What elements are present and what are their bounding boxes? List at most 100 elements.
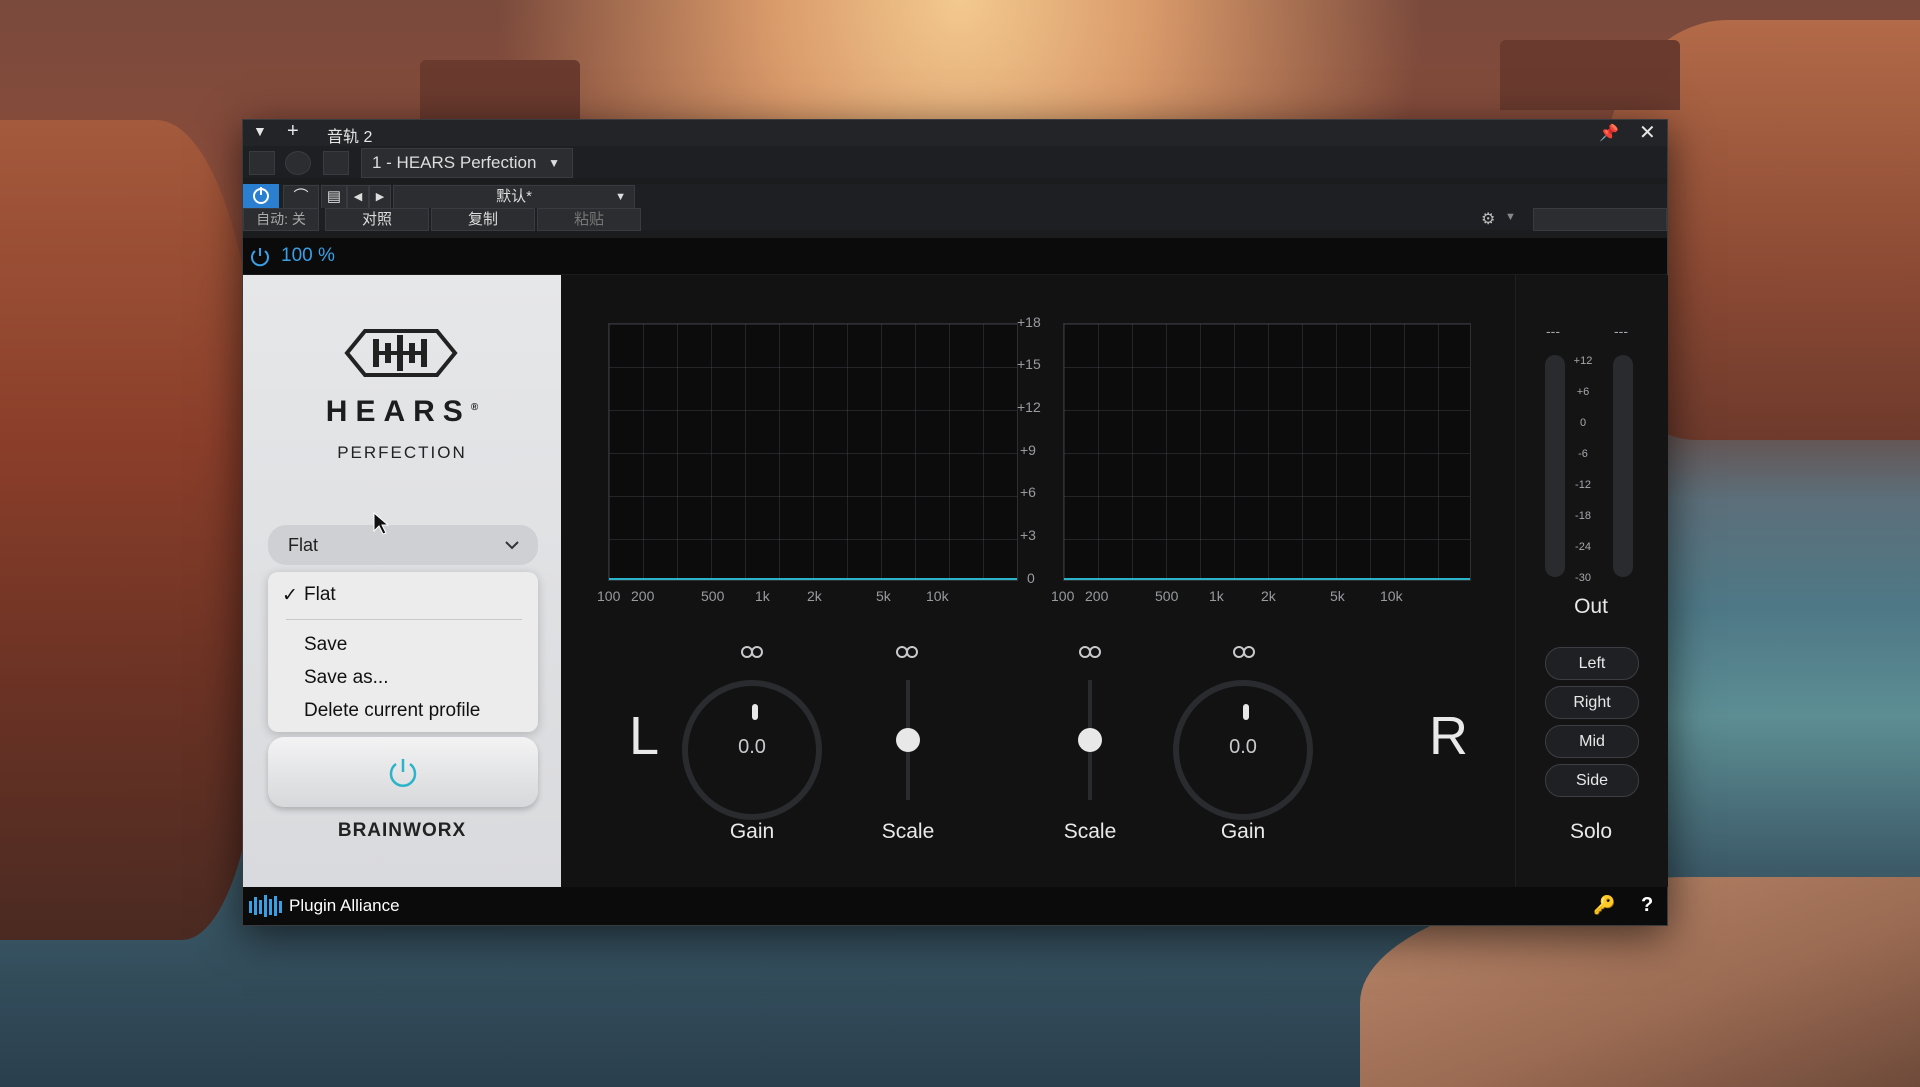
db-tick: 0 <box>1027 570 1035 586</box>
auto-button[interactable]: 自动: 关 <box>243 208 319 231</box>
db-tick: +12 <box>1017 399 1041 415</box>
menu-item-save-as[interactable]: Save as... <box>304 667 389 689</box>
profile-dropdown[interactable]: Flat <box>268 525 538 565</box>
plugin-body: HEARS® PERFECTION Flat ✓ Flat Save Save … <box>243 275 1668 887</box>
meter-scale-tick: -30 <box>1575 572 1591 584</box>
freq-tick: 10k <box>926 588 949 604</box>
freq-tick: 5k <box>876 588 891 604</box>
db-tick: +15 <box>1017 356 1041 372</box>
meter-scale-tick: +6 <box>1576 386 1590 398</box>
cursor-icon <box>373 512 389 535</box>
plugin-alliance-brand: Plugin Alliance <box>289 896 400 915</box>
columns-icon[interactable] <box>249 151 275 175</box>
monitor-icon[interactable]: ⌒ <box>283 185 319 209</box>
menu-item-flat[interactable]: Flat <box>304 584 336 606</box>
freq-tick: 1k <box>755 588 770 604</box>
solo-left-button[interactable]: Left <box>1545 647 1639 680</box>
left-gain-knob[interactable]: 0.0 <box>682 680 822 820</box>
title-bar: ▼ + 音轨 2 📌 ✕ <box>243 120 1667 146</box>
preset-file-icon[interactable]: ▤ <box>321 185 347 209</box>
chevron-down-icon: ▼ <box>548 156 560 170</box>
right-scale-label: Scale <box>1063 820 1117 843</box>
track-title: 音轨 2 <box>327 129 373 146</box>
sidechain-icon[interactable] <box>323 151 349 175</box>
device-row: 1 - HEARS Perfection ▼ <box>243 146 1667 178</box>
link-icon[interactable] <box>1079 645 1101 659</box>
profile-menu: ✓ Flat Save Save as... Delete current pr… <box>268 572 538 732</box>
solo-right-button[interactable]: Right <box>1545 686 1639 719</box>
solo-mid-button[interactable]: Mid <box>1545 725 1639 758</box>
meter-scale-tick: -12 <box>1575 479 1591 491</box>
plugin-window: ▼ + 音轨 2 📌 ✕ 1 - HEARS Perfection ▼ ⌒ ▤ … <box>242 119 1668 926</box>
brand-title: HEARS® <box>243 395 561 429</box>
add-icon[interactable]: + <box>287 120 299 143</box>
link-icon[interactable] <box>1233 645 1255 659</box>
left-scale-thumb[interactable] <box>896 728 920 752</box>
meter-scale-tick: +12 <box>1573 355 1593 367</box>
left-panel: HEARS® PERFECTION Flat ✓ Flat Save Save … <box>243 275 561 887</box>
chevron-down-icon: ▼ <box>615 191 626 203</box>
eq-graph-left <box>608 323 1018 581</box>
right-channel-label: R <box>1429 706 1468 766</box>
chevron-down-icon[interactable]: ▼ <box>1505 211 1516 223</box>
profile-selected: Flat <box>288 535 319 555</box>
preset-select[interactable]: 默认* ▼ <box>393 185 635 209</box>
meter-scale-tick: -18 <box>1575 510 1591 522</box>
device-select[interactable]: 1 - HEARS Perfection ▼ <box>361 148 573 178</box>
pin-icon[interactable]: 📌 <box>1599 123 1619 143</box>
freq-tick: 200 <box>1085 588 1109 604</box>
eq-area: +18 +15 +12 +9 +6 +3 0 100 200 500 1k 2k… <box>563 275 1513 887</box>
brand-subtitle: PERFECTION <box>337 443 467 462</box>
close-icon[interactable]: ✕ <box>1639 120 1656 145</box>
power-icon[interactable] <box>243 184 279 208</box>
next-preset-icon[interactable]: ▶ <box>369 185 391 209</box>
solo-side-button[interactable]: Side <box>1545 764 1639 797</box>
edit-row: 自动: 关 对照 复制 粘贴 ⚙ ▼ <box>243 208 1667 231</box>
key-icon[interactable]: 🔑 <box>1593 895 1615 916</box>
menu-item-save[interactable]: Save <box>304 634 347 656</box>
paste-button[interactable]: 粘贴 <box>537 208 641 231</box>
bypass-button[interactable] <box>268 737 538 807</box>
freq-tick: 5k <box>1330 588 1345 604</box>
link-icon[interactable] <box>896 645 918 659</box>
right-scale-thumb[interactable] <box>1078 728 1102 752</box>
peak-right-readout: --- <box>1614 323 1628 339</box>
maker-logo: BRAINWORX <box>337 820 467 841</box>
db-tick: +9 <box>1020 442 1036 458</box>
output-meter-right[interactable] <box>1613 355 1633 577</box>
compare-button[interactable]: 对照 <box>325 208 429 231</box>
mesa-2 <box>1500 40 1680 110</box>
db-tick: +6 <box>1020 484 1036 500</box>
menu-item-delete-profile[interactable]: Delete current profile <box>304 700 480 722</box>
db-tick: +18 <box>1017 314 1041 330</box>
copy-button[interactable]: 复制 <box>431 208 535 231</box>
left-channel-label: L <box>629 706 660 766</box>
registered-mark: ® <box>470 402 479 413</box>
help-button[interactable]: ? <box>1641 894 1653 917</box>
meter-scale-tick: -24 <box>1575 541 1591 553</box>
eq-curve-left <box>609 578 1017 580</box>
menu-divider <box>286 619 522 620</box>
device-name: 1 - HEARS Perfection <box>372 153 537 172</box>
prev-preset-icon[interactable]: ◀ <box>347 185 369 209</box>
link-icon[interactable] <box>741 645 763 659</box>
left-gain-label: Gain <box>729 820 775 843</box>
output-label: Out <box>1574 595 1608 618</box>
gear-icon[interactable]: ⚙ <box>1481 209 1495 229</box>
right-gain-knob[interactable]: 0.0 <box>1173 680 1313 820</box>
option-field[interactable] <box>1533 208 1667 231</box>
checkmark-icon: ✓ <box>282 585 298 606</box>
routing-icon[interactable] <box>285 151 311 175</box>
power-bar: 100 % <box>243 238 1667 274</box>
menu-chevron-icon[interactable]: ▼ <box>253 123 267 139</box>
meter-scale-tick: 0 <box>1579 417 1587 429</box>
meter-scale-tick: -6 <box>1578 448 1588 460</box>
db-tick: +3 <box>1020 527 1036 543</box>
power-icon[interactable] <box>249 246 271 268</box>
right-gain-label: Gain <box>1220 820 1266 843</box>
eq-graph-right <box>1063 323 1471 581</box>
plugin-alliance-logo-icon <box>249 895 282 917</box>
output-meter-left[interactable] <box>1545 355 1565 577</box>
brand-title-text: HEARS <box>325 395 471 428</box>
solo-label: Solo <box>1569 820 1613 843</box>
